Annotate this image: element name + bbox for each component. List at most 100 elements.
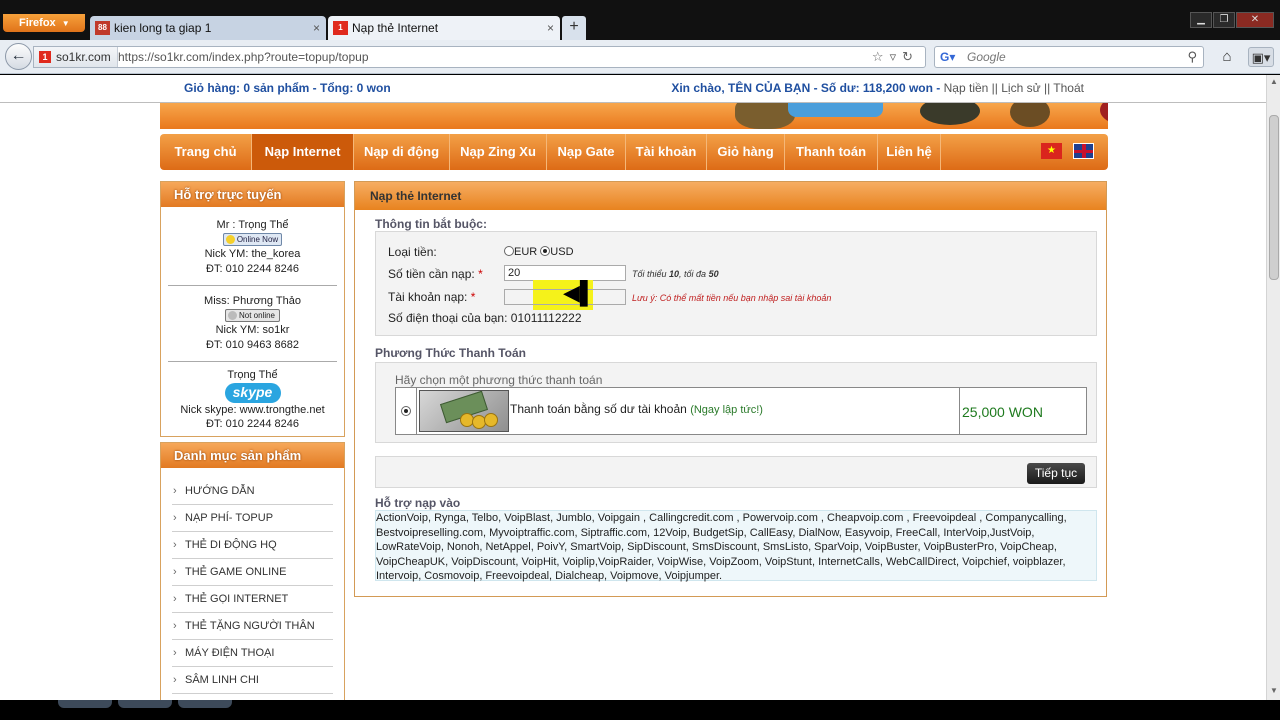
arrow-left-icon: ← [10,47,27,64]
action-bar: Tiếp tục [375,456,1097,488]
topup-panel: Nạp thẻ Internet Thông tin bắt buộc: Loạ… [354,181,1107,597]
currency-usd-radio[interactable] [540,246,551,256]
payment-section-title: Phương Thức Thanh Toán [375,346,527,360]
vietnam-flag-icon[interactable]: ★ [1041,143,1062,159]
coin-icon [484,413,498,427]
category-item[interactable]: HƯỚNG DẪN [172,478,333,505]
bookmark-star-icon[interactable]: ☆ [872,49,890,64]
payment-option-radio[interactable] [401,406,411,416]
addon-menu-button[interactable]: ▣▾ [1248,47,1274,67]
payment-option-label: Thanh toán bằng số dư tài khoản [510,402,687,416]
cart-summary[interactable]: Giỏ hàng: 0 sản phẩm - Tổng: 0 won [184,81,391,95]
nav-nap-di-dong[interactable]: Nạp di động [354,134,450,170]
restore-icon[interactable]: ❐ [1213,12,1235,28]
contact-nick: Nick skype: www.trongthe.net [180,403,325,416]
contact-name: Miss: Phương Thảo [204,295,301,307]
search-input[interactable]: Google [967,47,1006,67]
vertical-scrollbar[interactable]: ▲ ▼ [1266,75,1280,700]
home-button[interactable]: ⌂ [1214,47,1240,67]
google-icon[interactable]: G▾ [940,50,955,64]
contact-name: Mr : Trọng Thể [216,219,289,231]
nav-nap-internet[interactable]: Nạp Internet [252,134,354,170]
category-list: HƯỚNG DẪN NẠP PHÍ- TOPUP THẺ DI ĐỘNG HQ … [161,468,344,694]
currency-label: Loại tiền: [388,245,437,259]
account-links[interactable]: Nạp tiền || Lịch sử || Thoát [944,81,1084,95]
greeting-text: Xin chào, TÊN CỦA BẠN - Số dư: 118,200 w… [671,81,933,95]
amount-input[interactable]: 20 [504,265,626,281]
support-contact: Trọng Thể skype Nick skype: www.trongthe… [168,362,337,432]
uk-flag-icon[interactable] [1073,143,1094,159]
category-item[interactable]: THẺ GỌI INTERNET [172,586,333,613]
contact-nick: Nick YM: so1kr [215,324,290,336]
category-item[interactable]: THẺ GAME ONLINE [172,559,333,586]
taskbar-item[interactable] [58,700,112,708]
contact-phone: ĐT: 010 2244 8246 [206,418,299,430]
payment-amount: 25,000 WON [962,404,1043,420]
minimize-icon[interactable]: ▁ [1190,12,1212,28]
panel-title: Nạp thẻ Internet [355,182,1106,210]
nav-thanh-toan[interactable]: Thanh toán [785,134,878,170]
smiley-icon [227,311,237,321]
chevron-down-icon[interactable]: ▿ [890,49,903,64]
browser-titlebar: Firefox ▼ 88 kien long ta giap 1 × 1 Nạp … [0,0,1280,40]
category-item[interactable]: MÁY ĐIỆN THOẠI [172,640,333,667]
scroll-up-icon[interactable]: ▲ [1269,77,1279,86]
url-bar-icons: ☆▿↻ [872,47,919,67]
nav-nap-zing-xu[interactable]: Nạp Zing Xu [450,134,547,170]
search-bar[interactable]: G▾ Google ⚲ [934,46,1204,68]
support-contact: Mr : Trọng Thể Online Now Nick YM: the_k… [168,207,337,286]
nav-nap-gate[interactable]: Nạp Gate [547,134,626,170]
tab-kien-long[interactable]: 88 kien long ta giap 1 × [90,16,326,40]
tab-title: kien long ta giap 1 [114,21,212,35]
category-item[interactable]: THẺ DI ĐỘNG HQ [172,532,333,559]
url-text[interactable]: https://so1kr.com/index.php?route=topup/… [118,47,369,67]
search-icon[interactable]: ⚲ [1187,47,1197,67]
address-bar[interactable]: 1 so1kr.com https://so1kr.com/index.php?… [33,46,926,68]
tab-nap-the-internet[interactable]: 1 Nạp thẻ Internet × [328,16,560,40]
nav-tai-khoan[interactable]: Tài khoản [626,134,707,170]
payment-option-row[interactable]: Thanh toán bằng số dư tài khoản (Ngay lậ… [395,387,1087,435]
site-identity-button[interactable]: 1 so1kr.com [34,47,118,67]
browser-navbar: ← 1 so1kr.com https://so1kr.com/index.ph… [0,40,1280,74]
banner-decoration [735,103,795,129]
nav-trang-chu[interactable]: Trang chủ [160,134,252,170]
smiley-icon [225,235,235,245]
account-warning: Lưu ý: Có thể mất tiền nếu bạn nhập sai … [632,293,832,303]
tab-title: Nạp thẻ Internet [352,21,439,35]
new-tab-button[interactable]: + [562,16,586,40]
nav-lien-he[interactable]: Liên hệ [878,134,941,170]
nav-gio-hang[interactable]: Giỏ hàng [707,134,785,170]
close-window-icon[interactable]: ✕ [1236,12,1274,28]
reload-icon[interactable]: ↻ [902,49,919,64]
category-item[interactable]: NẠP PHÍ- TOPUP [172,505,333,532]
close-tab-icon[interactable]: × [313,16,320,40]
taskbar-item[interactable] [118,700,172,708]
online-support-box: Hỗ trợ trực tuyến Mr : Trọng Thể Online … [160,181,345,437]
top-info-bar: Giỏ hàng: 0 sản phẩm - Tổng: 0 won Xin c… [0,75,1266,103]
site-favicon-icon: 1 [39,51,51,63]
banner-decoration [788,103,883,117]
puzzle-icon: ▣▾ [1251,50,1271,65]
category-item[interactable]: SÂM LINH CHI [172,667,333,694]
category-item[interactable]: THẺ TẶNG NGƯỜI THÂN [172,613,333,640]
back-button[interactable]: ← [5,43,32,70]
skype-icon[interactable]: skype [224,382,281,403]
banner-decoration [1010,103,1050,127]
site-favicon-icon: 88 [95,21,110,35]
scroll-down-icon[interactable]: ▼ [1269,686,1279,695]
currency-eur-radio[interactable] [504,246,514,256]
home-icon: ⌂ [1222,48,1232,65]
header-banner [160,103,1108,129]
close-tab-icon[interactable]: × [547,16,554,40]
contact-phone: ĐT: 010 2244 8246 [206,262,299,275]
taskbar-item[interactable] [178,700,232,708]
page-viewport: Giỏ hàng: 0 sản phẩm - Tổng: 0 won Xin c… [0,75,1266,700]
scrollbar-thumb[interactable] [1269,115,1279,280]
yahoo-online-badge[interactable]: Online Now [222,233,283,247]
firefox-menu-button[interactable]: Firefox ▼ [3,14,85,32]
contact-phone: ĐT: 010 9463 8682 [206,338,299,351]
continue-button[interactable]: Tiếp tục [1027,463,1085,484]
yahoo-offline-badge[interactable]: Not online [224,309,281,323]
contact-nick: Nick YM: the_korea [204,248,301,260]
mouse-cursor-icon: ◀▌ [563,280,596,305]
